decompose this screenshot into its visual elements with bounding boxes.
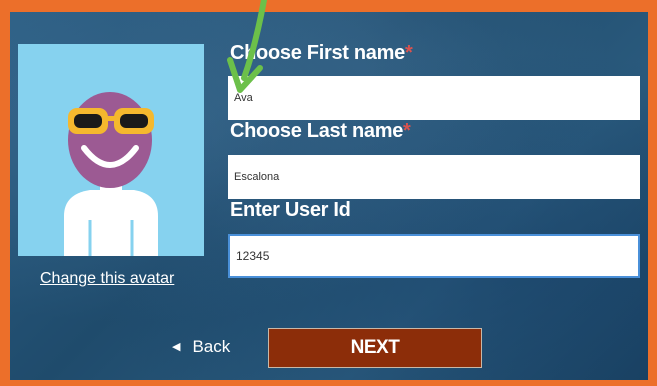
signup-panel: Change this avatar Choose First name* Ch… xyxy=(10,12,648,380)
user-id-label: Enter User Id xyxy=(230,199,351,222)
required-marker: * xyxy=(403,120,411,142)
avatar-character-icon xyxy=(64,92,158,256)
green-arrow-icon xyxy=(227,0,267,93)
avatar-image xyxy=(18,44,204,256)
last-name-input[interactable] xyxy=(228,155,640,199)
required-marker: * xyxy=(404,42,413,64)
user-id-label-text: Enter User Id xyxy=(230,199,351,221)
back-button[interactable]: ◀ Back xyxy=(172,337,230,357)
first-name-input[interactable] xyxy=(228,76,640,120)
triangle-left-icon: ◀ xyxy=(172,341,181,353)
outer-frame: Change this avatar Choose First name* Ch… xyxy=(0,0,657,386)
change-avatar-link[interactable]: Change this avatar xyxy=(40,270,174,288)
last-name-label-text: Choose Last name xyxy=(230,120,404,142)
back-label: Back xyxy=(192,337,231,356)
next-button[interactable]: NEXT xyxy=(268,328,482,368)
last-name-label: Choose Last name* xyxy=(230,120,411,143)
user-id-input[interactable] xyxy=(228,234,640,278)
